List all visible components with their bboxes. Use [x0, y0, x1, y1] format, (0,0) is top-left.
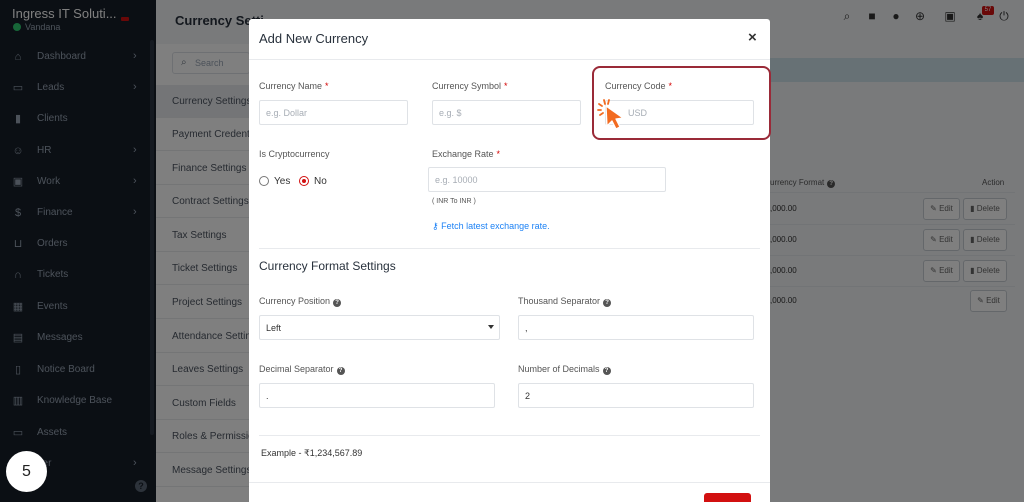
- step-badge: 5: [6, 451, 47, 492]
- currency-format-example: Example - ₹1,234,567.89: [261, 448, 363, 458]
- exchange-rate-label: Exchange Rate *: [432, 149, 501, 159]
- decimal-separator-label: Decimal Separator?: [259, 364, 345, 375]
- question-icon: ?: [336, 367, 345, 375]
- currency-position-select[interactable]: Left: [259, 315, 500, 340]
- crypto-no-label[interactable]: No: [314, 176, 327, 187]
- modal-header-divider: [249, 59, 770, 60]
- question-icon: ?: [333, 299, 342, 307]
- number-of-decimals-label: Number of Decimals?: [518, 364, 611, 375]
- currency-name-label: Currency Name *: [259, 81, 329, 91]
- currency-name-input[interactable]: [259, 100, 408, 125]
- number-of-decimals-input[interactable]: [518, 383, 754, 408]
- save-button[interactable]: [704, 493, 751, 502]
- crypto-no-radio[interactable]: [299, 176, 309, 186]
- modal-title: Add New Currency: [259, 31, 369, 46]
- exchange-rate-input[interactable]: [428, 167, 666, 192]
- crypto-yes-radio[interactable]: [259, 176, 269, 186]
- is-cryptocurrency-label: Is Cryptocurrency: [259, 149, 330, 159]
- required-mark: *: [325, 81, 329, 91]
- section-divider: [259, 435, 760, 436]
- thousand-separator-input[interactable]: [518, 315, 754, 340]
- required-mark: *: [504, 81, 508, 91]
- key-icon: ⚷: [432, 221, 439, 231]
- section-divider: [259, 248, 760, 249]
- select-value: Left: [266, 323, 282, 333]
- close-icon[interactable]: ×: [748, 30, 757, 46]
- exchange-rate-hint: ( INR To INR ): [432, 198, 476, 205]
- crypto-yes-label[interactable]: Yes: [274, 176, 290, 187]
- currency-format-section-title: Currency Format Settings: [259, 259, 396, 273]
- decimal-separator-input[interactable]: [259, 383, 495, 408]
- currency-symbol-input[interactable]: [432, 100, 581, 125]
- fetch-exchange-rate-link[interactable]: ⚷ Fetch latest exchange rate.: [432, 221, 550, 232]
- modal-footer-divider: [249, 482, 770, 483]
- currency-symbol-label: Currency Symbol *: [432, 81, 508, 91]
- required-mark: *: [496, 149, 501, 159]
- currency-position-label: Currency Position?: [259, 296, 342, 307]
- question-icon: ?: [603, 299, 612, 307]
- caret-down-icon: [488, 325, 494, 329]
- question-icon: ?: [602, 367, 611, 375]
- click-cursor-icon: [597, 99, 624, 130]
- thousand-separator-label: Thousand Separator?: [518, 296, 612, 307]
